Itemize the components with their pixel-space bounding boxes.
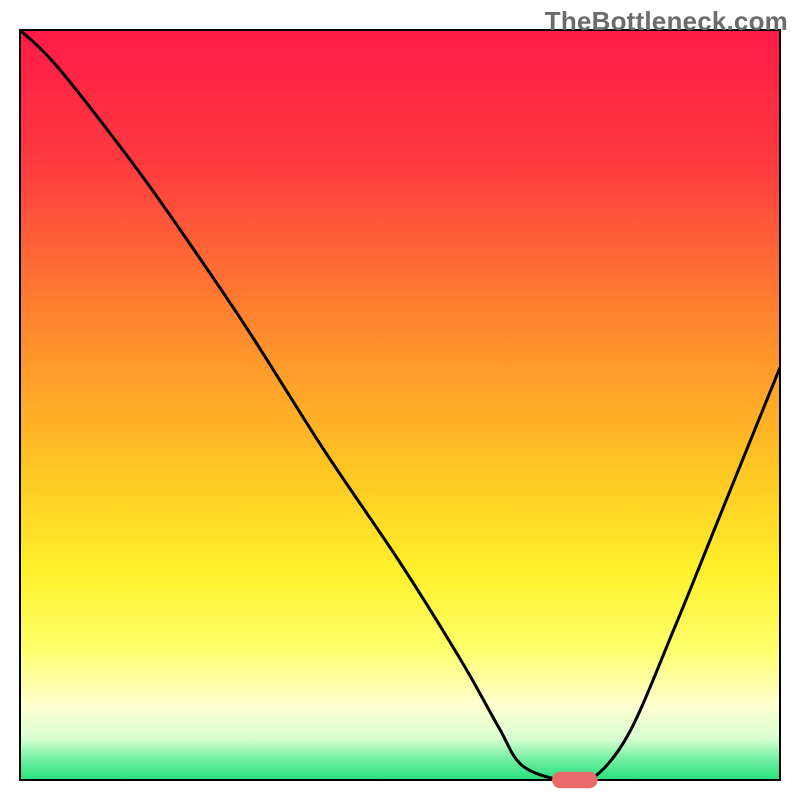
watermark-text: TheBottleneck.com xyxy=(545,6,788,37)
bottleneck-chart xyxy=(0,0,800,800)
optimal-marker xyxy=(552,772,598,789)
plot-background xyxy=(20,30,780,780)
chart-frame: TheBottleneck.com xyxy=(0,0,800,800)
